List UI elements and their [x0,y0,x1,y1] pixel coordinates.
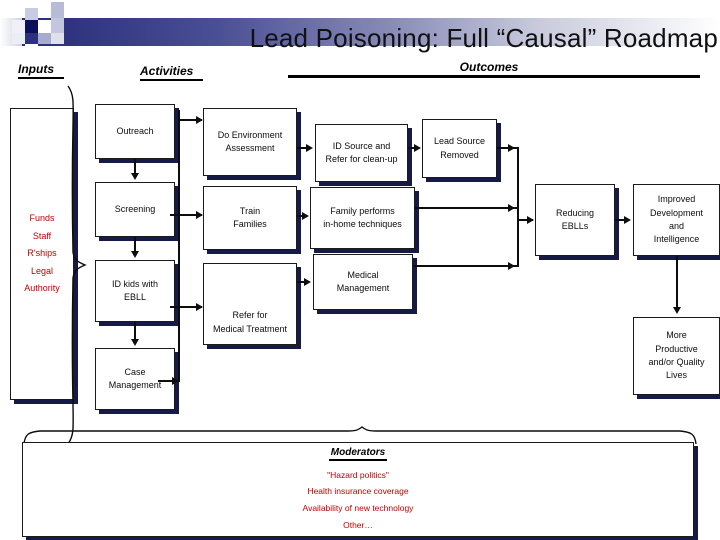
arrow-improved-to-productive [673,307,681,314]
activity-box-do-environment-assessment: Do Environment Assessment [203,108,297,176]
activity-train-line1: Train [239,205,261,216]
outcome-productive-line1: More [666,330,687,341]
arrow-spine-to-train [196,211,203,219]
activity-refer-line1: Refer for [232,310,268,321]
deco-square-10 [25,44,38,55]
outcome-box-family-performs: Family performs in-home techniques [310,187,415,249]
activities-spine [178,110,180,382]
column-heading-activities: Activities [140,64,204,81]
inputs-item-staff: Staff [32,230,52,241]
column-heading-outcomes-label: Outcomes [288,60,700,78]
deco-square-3 [12,20,25,33]
moderators-box: Moderators "Hazard politics" Health insu… [22,442,694,537]
deco-square-4 [25,20,38,33]
outcome-box-id-source: ID Source and Refer for clean-up [315,124,408,182]
moderator-item-health-insurance: Health insurance coverage [307,486,409,497]
column-heading-inputs-label: Inputs [18,62,64,79]
arrow-spine-to-do-env [196,116,203,124]
outcome-improved-line1: Improved [657,194,696,205]
activity-box-screening: Screening [95,182,175,237]
column-heading-outcomes: Outcomes [288,60,700,78]
outcome-improved-line3: and [668,221,685,231]
outcome-id-source-line1: ID Source and [332,140,391,151]
arrow-reducing-to-improved [624,216,631,224]
arrow-idkids-to-case [131,339,139,346]
slide-canvas: Lead Poisoning: Full “Causal” Roadmap In… [0,0,720,540]
activity-train-line2: Families [233,219,267,229]
outcome-box-more-productive-lives: More Productive and/or Quality Lives [633,317,720,395]
activity-id-kids-line2: EBLL [123,292,147,302]
arrow-bus-to-reducing [527,216,534,224]
arrow-family-to-bus [508,204,515,212]
inputs-item-authority: Authority [24,283,60,294]
arrow-do-env-to-id-source [306,144,313,152]
arrow-refer-to-medical [304,278,311,286]
moderator-item-other: Other… [343,520,373,531]
arrow-spine-to-refer [196,303,203,311]
arrow-medical-to-bus [508,262,515,270]
outcome-family-line2: in-home techniques [323,219,402,229]
activity-box-id-kids: ID kids with EBLL [95,260,175,322]
outcome-box-reducing-eblls: Reducing EBLLs [535,184,615,256]
outcomes-convergence-bus [517,147,519,267]
slide-title: Lead Poisoning: Full “Causal” Roadmap [249,23,718,53]
arrow-screening-to-idkids [131,251,139,258]
outcome-productive-line2: Productive [655,343,698,354]
column-heading-activities-label: Activities [140,64,204,81]
arrow-train-to-family [302,212,309,220]
deco-square-8 [38,33,51,44]
column-heading-inputs: Inputs [18,62,64,79]
activity-outreach-label: Outreach [116,125,154,136]
outcome-productive-line4: Lives [665,370,687,381]
activity-box-case-mgmt: Case Management [95,348,175,410]
activity-refer-line2: Medical Treatment [212,323,288,334]
arrow-id-source-to-lead-removed [414,144,421,152]
outcome-box-improved-development: Improved Development and Intelligence [633,184,720,256]
deco-square-11 [12,33,25,44]
outcome-id-source-line2: Refer for clean-up [325,154,398,164]
deco-square-6 [51,18,64,33]
activity-do-env-line1: Do Environment [217,129,283,140]
activity-do-env-line2: Assessment [225,143,275,153]
activity-box-train-families: Train Families [203,186,297,250]
outcome-lead-removed-line2: Removed [440,149,479,160]
outcome-box-lead-source-removed: Lead Source Removed [422,119,497,178]
connector-medical-right [413,265,517,267]
inputs-item-rships: R'ships [27,248,57,259]
inputs-item-funds: Funds [29,213,55,224]
outcome-lead-removed-line1: Lead Source [433,136,486,147]
activity-box-refer-medical-treatment: Refer for Medical Treatment [203,263,297,345]
deco-square-7 [51,2,64,18]
outcome-improved-line2: Development [649,207,704,218]
arrow-case-to-spine [172,377,179,385]
outcome-family-line1: Family performs [330,205,395,216]
activity-case-line2: Management [108,380,162,390]
outcome-box-medical-management: Medical Management [313,254,413,310]
moderator-item-hazard-politics: "Hazard politics" [327,469,389,480]
arrow-lead-removed-to-bus [508,144,515,152]
arrow-outreach-to-screening [131,173,139,180]
inputs-item-legal: Legal [30,265,54,276]
outcome-productive-line3: and/or Quality [648,357,705,367]
inputs-curly-brace [67,85,87,445]
moderators-title: Moderators [328,447,388,461]
activity-box-outreach: Outreach [95,104,175,159]
outcome-medical-line2: Management [336,283,390,293]
deco-square-1 [25,8,38,20]
activity-id-kids-line1: ID kids with [111,278,158,289]
connector-family-right [415,207,517,209]
outcome-reducing-line1: Reducing [555,207,595,218]
deco-square-9 [51,33,64,44]
outcome-improved-line4: Intelligence [653,234,700,245]
deco-square-2 [38,0,51,9]
outcome-medical-line1: Medical [347,269,379,280]
moderator-item-new-technology: Availability of new technology [302,503,414,514]
outcome-reducing-line2: EBLLs [561,221,589,231]
activity-case-line1: Case [124,366,146,377]
activity-screening-label: Screening [114,203,156,214]
deco-square-5 [38,20,51,33]
connector-improved-to-productive [676,256,678,310]
